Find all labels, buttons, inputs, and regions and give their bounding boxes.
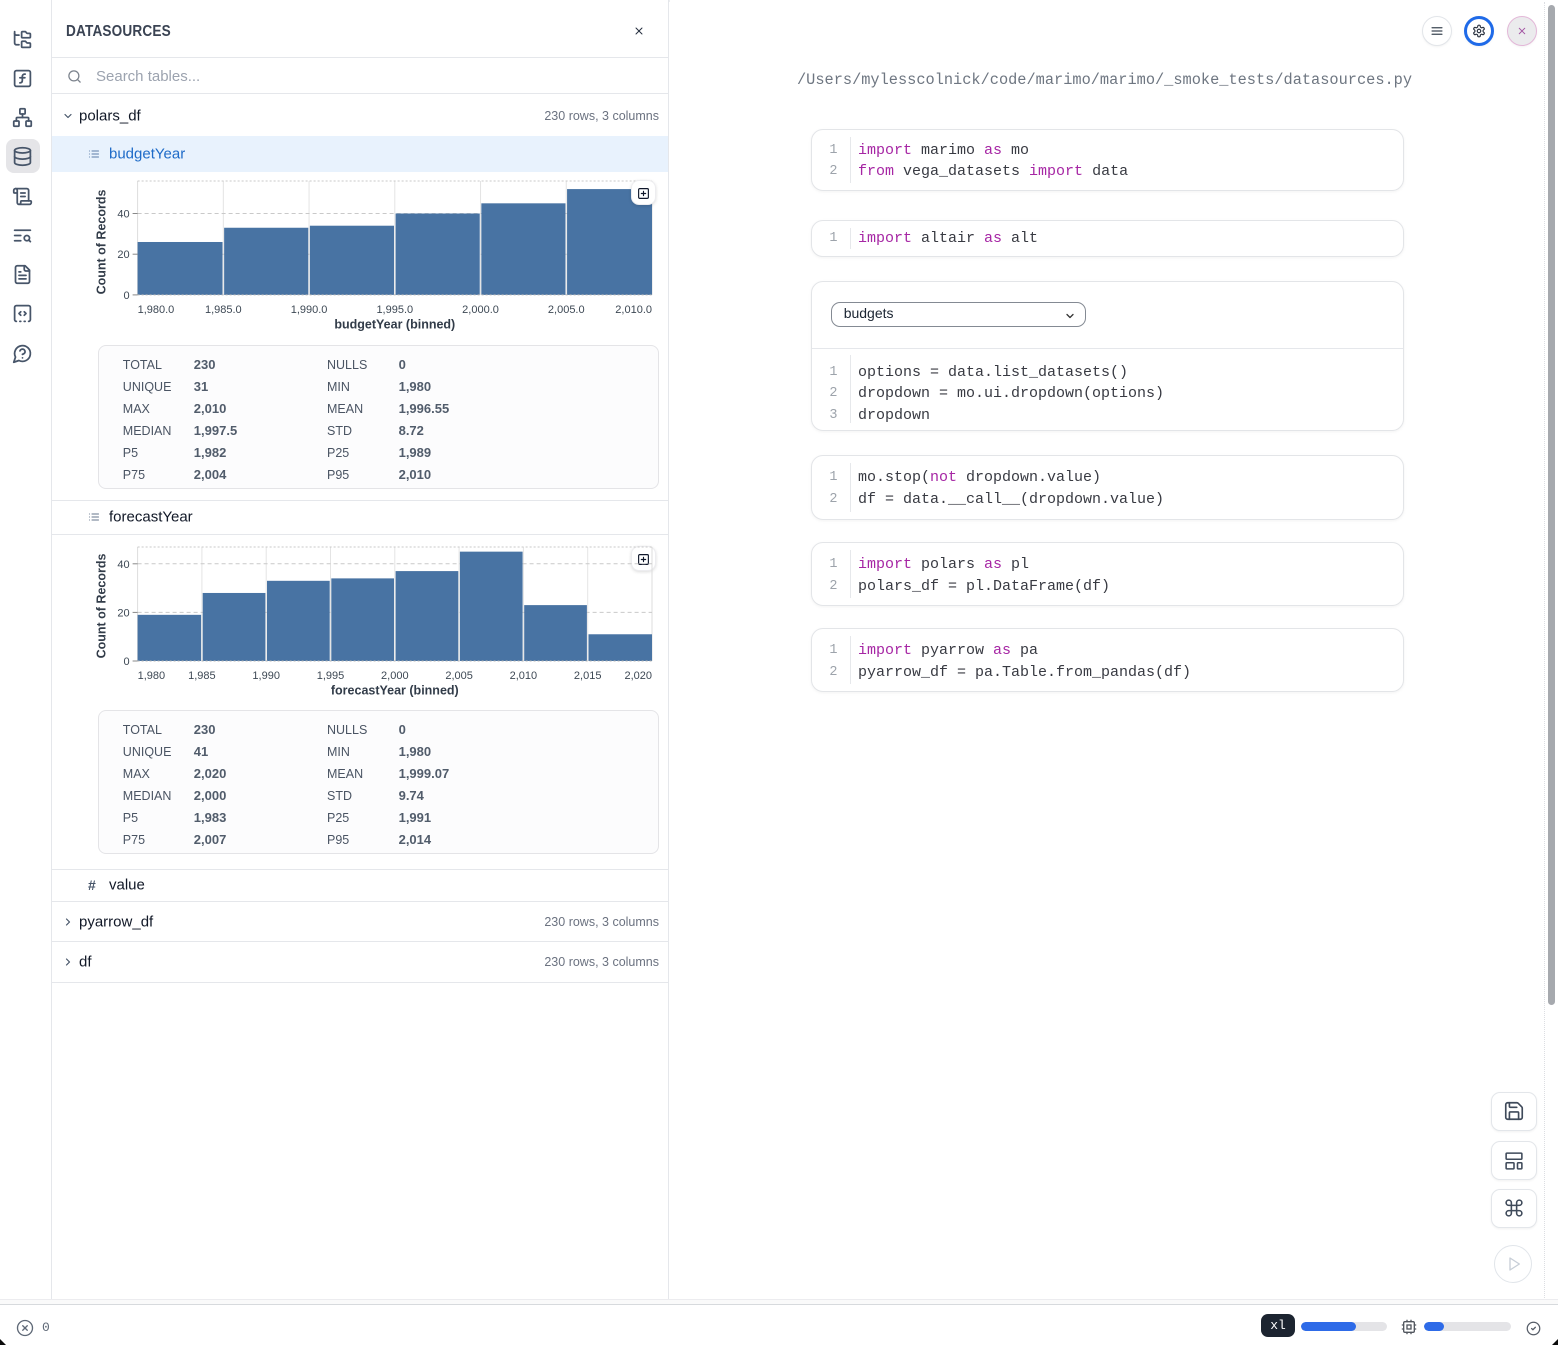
- svg-text:20: 20: [117, 607, 129, 619]
- svg-text:Count of Records: Count of Records: [95, 190, 109, 295]
- svg-text:2,010: 2,010: [510, 670, 538, 682]
- svg-text:40: 40: [117, 209, 129, 221]
- svg-text:1,990: 1,990: [252, 670, 280, 682]
- svg-text:2,010.0: 2,010.0: [615, 304, 652, 316]
- svg-text:2,005: 2,005: [445, 670, 473, 682]
- svg-text:0: 0: [123, 656, 129, 668]
- svg-text:40: 40: [117, 559, 129, 571]
- svg-text:forecastYear (binned): forecastYear (binned): [331, 684, 459, 698]
- svg-text:Count of Records: Count of Records: [95, 554, 109, 659]
- svg-text:2,020: 2,020: [624, 670, 652, 682]
- svg-text:2,000.0: 2,000.0: [462, 304, 499, 316]
- svg-text:20: 20: [117, 249, 129, 261]
- svg-text:1,990.0: 1,990.0: [291, 304, 328, 316]
- svg-text:budgetYear (binned): budgetYear (binned): [334, 318, 455, 332]
- svg-text:1,980.0: 1,980.0: [138, 304, 175, 316]
- svg-text:1,980: 1,980: [138, 670, 166, 682]
- svg-text:0: 0: [123, 290, 129, 302]
- svg-text:2,015: 2,015: [574, 670, 602, 682]
- svg-text:1,985: 1,985: [188, 670, 216, 682]
- svg-text:1,995.0: 1,995.0: [376, 304, 413, 316]
- svg-text:1,995: 1,995: [317, 670, 345, 682]
- svg-text:1,985.0: 1,985.0: [205, 304, 242, 316]
- svg-text:2,005.0: 2,005.0: [548, 304, 585, 316]
- svg-text:2,000: 2,000: [381, 670, 409, 682]
